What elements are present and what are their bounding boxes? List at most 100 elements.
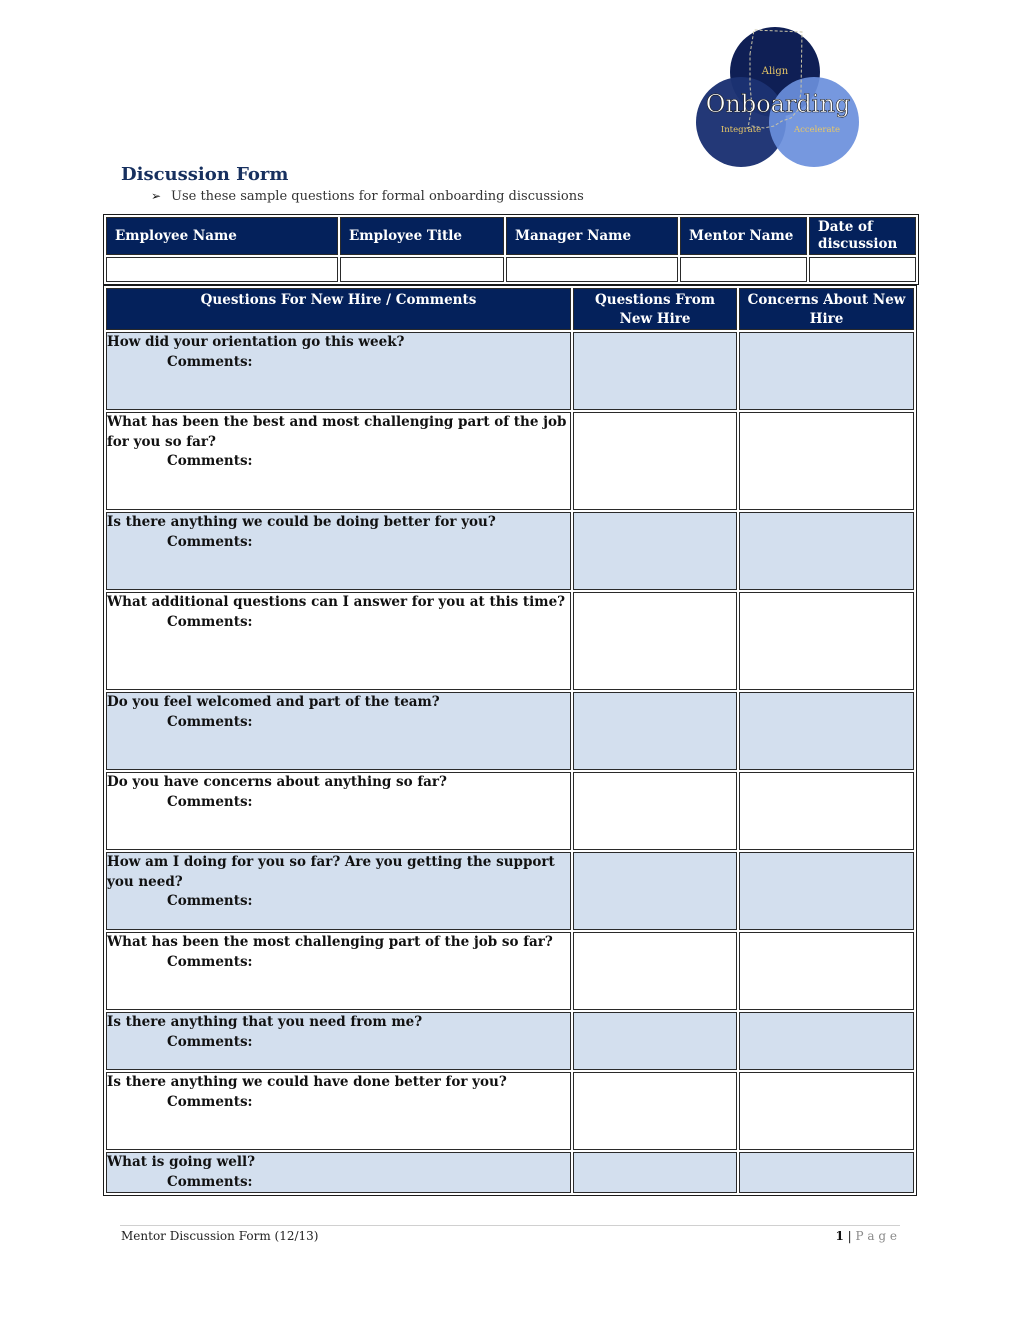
accelerate-label: Accelerate: [793, 125, 840, 135]
employee-title-field[interactable]: [340, 257, 504, 282]
comments-label: Comments:: [167, 453, 253, 469]
page-number: 1: [835, 1229, 844, 1243]
question-text: How am I doing for you so far? Are you g…: [107, 854, 555, 890]
question-cell[interactable]: How am I doing for you so far? Are you g…: [106, 852, 571, 930]
footer-left-text: Mentor Discussion Form (12/13): [121, 1229, 319, 1243]
concerns-about-new-hire-field[interactable]: [739, 412, 914, 510]
onboarding-logo: Align Onboarding Integrate Accelerate: [694, 26, 862, 168]
questions-from-new-hire-field[interactable]: [573, 772, 737, 850]
question-row: Is there anything we could be doing bett…: [106, 512, 914, 590]
question-row: What has been the best and most challeng…: [106, 412, 914, 510]
comments-label: Comments:: [167, 613, 253, 630]
col-mentor-name: Mentor Name: [680, 217, 807, 255]
question-text: Is there anything we could have done bet…: [107, 1074, 507, 1090]
col-date-of-discussion: Date of discussion: [809, 217, 916, 255]
col-employee-title: Employee Title: [340, 217, 504, 255]
question-row: What is going well? Comments:: [106, 1152, 914, 1193]
question-cell[interactable]: What has been the most challenging part …: [106, 932, 571, 1010]
question-row: How am I doing for you so far? Are you g…: [106, 852, 914, 930]
manager-name-field[interactable]: [506, 257, 678, 282]
concerns-about-new-hire-field[interactable]: [739, 772, 914, 850]
employee-name-field[interactable]: [106, 257, 338, 282]
question-row: What additional questions can I answer f…: [106, 592, 914, 690]
questions-from-new-hire-field[interactable]: [573, 512, 737, 590]
arrowhead-bullet-icon: ➢: [151, 189, 162, 203]
question-cell[interactable]: Is there anything we could be doing bett…: [106, 512, 571, 590]
question-text: Do you feel welcomed and part of the tea…: [107, 694, 440, 710]
questions-from-new-hire-field[interactable]: [573, 1072, 737, 1150]
question-text: Is there anything we could be doing bett…: [107, 514, 496, 530]
questions-header-row: Questions For New Hire / Comments Questi…: [106, 288, 914, 330]
integrate-label: Integrate: [721, 125, 761, 135]
date-of-discussion-field[interactable]: [809, 257, 916, 282]
question-cell[interactable]: Do you have concerns about anything so f…: [106, 772, 571, 850]
questions-from-new-hire-field[interactable]: [573, 692, 737, 770]
question-row: How did your orientation go this week? Co…: [106, 332, 914, 410]
question-cell[interactable]: Do you feel welcomed and part of the tea…: [106, 692, 571, 770]
info-header-row: Employee Name Employee Title Manager Nam…: [106, 217, 916, 255]
align-label: Align: [761, 66, 789, 77]
question-cell[interactable]: Is there anything that you need from me?…: [106, 1012, 571, 1070]
comments-label: Comments:: [167, 533, 253, 550]
question-row: Do you have concerns about anything so f…: [106, 772, 914, 850]
comments-label: Comments:: [167, 793, 253, 810]
info-values-row: [106, 257, 916, 282]
col-employee-name: Employee Name: [106, 217, 338, 255]
col-questions-for-new-hire: Questions For New Hire / Comments: [106, 288, 571, 330]
question-cell[interactable]: How did your orientation go this week? Co…: [106, 332, 571, 410]
question-row: Is there anything we could have done bet…: [106, 1072, 914, 1150]
concerns-about-new-hire-field[interactable]: [739, 512, 914, 590]
concerns-about-new-hire-field[interactable]: [739, 332, 914, 410]
page-indicator: 1 | P a g e: [835, 1229, 897, 1243]
concerns-about-new-hire-field[interactable]: [739, 852, 914, 930]
question-row: What has been the most challenging part …: [106, 932, 914, 1010]
comments-label: Comments:: [167, 1033, 253, 1050]
questions-from-new-hire-field[interactable]: [573, 932, 737, 1010]
questions-from-new-hire-field[interactable]: [573, 1012, 737, 1070]
concerns-about-new-hire-field[interactable]: [739, 1012, 914, 1070]
mentor-name-field[interactable]: [680, 257, 807, 282]
concerns-about-new-hire-field[interactable]: [739, 592, 914, 690]
question-text: What has been the most challenging part …: [107, 934, 553, 950]
comments-label: Comments:: [167, 953, 253, 970]
question-text: What additional questions can I answer f…: [107, 594, 566, 610]
question-cell[interactable]: What is going well? Comments:: [106, 1152, 571, 1193]
questions-from-new-hire-field[interactable]: [573, 592, 737, 690]
questions-from-new-hire-field[interactable]: [573, 1152, 737, 1193]
questions-table: Questions For New Hire / Comments Questi…: [103, 285, 917, 1196]
questions-from-new-hire-field[interactable]: [573, 412, 737, 510]
question-text: What has been the best and most challeng…: [107, 414, 567, 450]
question-text: How did your orientation go this week?: [107, 334, 405, 350]
page-title: Discussion Form: [121, 164, 289, 185]
concerns-about-new-hire-field[interactable]: [739, 932, 914, 1010]
comments-label: Comments:: [167, 713, 253, 730]
employee-info-table: Employee Name Employee Title Manager Nam…: [103, 214, 919, 285]
question-text: Do you have concerns about anything so f…: [107, 774, 447, 790]
questions-from-new-hire-field[interactable]: [573, 332, 737, 410]
concerns-about-new-hire-field[interactable]: [739, 692, 914, 770]
questions-body: How did your orientation go this week? Co…: [106, 332, 914, 1193]
col-questions-from-new-hire: Questions From New Hire: [573, 288, 737, 330]
question-row: Do you feel welcomed and part of the tea…: [106, 692, 914, 770]
col-manager-name: Manager Name: [506, 217, 678, 255]
comments-label: Comments:: [167, 1173, 253, 1190]
page-label: P a g e: [855, 1229, 897, 1243]
question-text: Is there anything that you need from me?: [107, 1014, 423, 1030]
comments-label: Comments:: [167, 1093, 253, 1110]
comments-label: Comments:: [167, 893, 253, 909]
comments-label: Comments:: [167, 353, 253, 370]
onboarding-wordmark: Onboarding: [706, 90, 851, 118]
question-cell[interactable]: What has been the best and most challeng…: [106, 412, 571, 510]
concerns-about-new-hire-field[interactable]: [739, 1152, 914, 1193]
question-row: Is there anything that you need from me?…: [106, 1012, 914, 1070]
concerns-about-new-hire-field[interactable]: [739, 1072, 914, 1150]
question-cell[interactable]: What additional questions can I answer f…: [106, 592, 571, 690]
question-cell[interactable]: Is there anything we could have done bet…: [106, 1072, 571, 1150]
col-concerns-about-new-hire: Concerns About New Hire: [739, 288, 914, 330]
subtitle: ➢ Use these sample questions for formal o…: [151, 189, 584, 204]
footer-rule: [120, 1225, 900, 1226]
questions-from-new-hire-field[interactable]: [573, 852, 737, 930]
page-separator: |: [847, 1229, 852, 1243]
question-text: What is going well?: [107, 1154, 255, 1170]
subtitle-text: Use these sample questions for formal on…: [171, 189, 584, 204]
